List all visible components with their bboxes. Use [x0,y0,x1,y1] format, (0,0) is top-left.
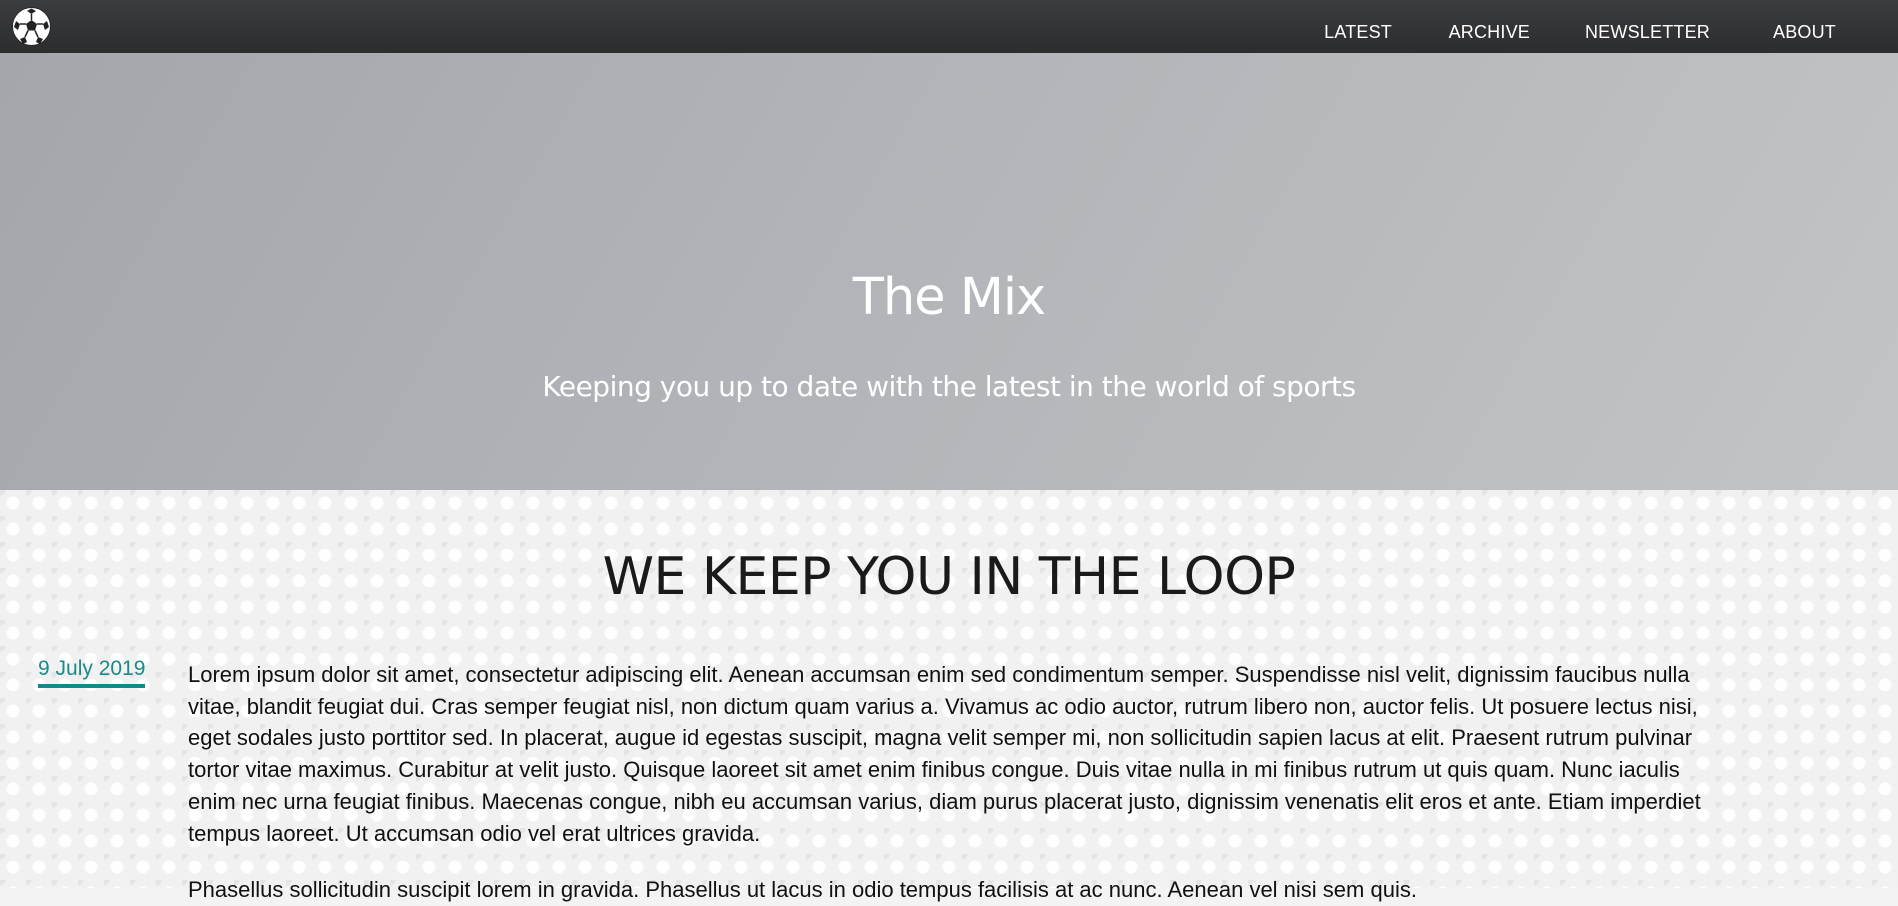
top-navbar: LATEST ARCHIVE NEWSLETTER ABOUT [0,0,1898,53]
nav-newsletter[interactable]: NEWSLETTER [1585,22,1710,43]
soccer-ball-icon[interactable] [11,6,52,47]
post-date-link[interactable]: 9 July 2019 [38,657,146,688]
hero-banner: The Mix Keeping you up to date with the … [0,53,1898,490]
section-heading: WE KEEP YOU IN THE LOOP [602,547,1296,607]
site-tagline: Keeping you up to date with the latest i… [542,370,1356,403]
content-section: WE KEEP YOU IN THE LOOP 9 July 2019 Lore… [0,490,1898,902]
nav-about[interactable]: ABOUT [1773,22,1836,43]
post-paragraph: Phasellus sollicitudin suscipit lorem in… [188,877,1417,902]
post-paragraph: Lorem ipsum dolor sit amet, consectetur … [188,662,1701,846]
nav-archive[interactable]: ARCHIVE [1449,22,1530,43]
site-title: The Mix [852,268,1046,327]
nav-latest[interactable]: LATEST [1324,22,1392,43]
